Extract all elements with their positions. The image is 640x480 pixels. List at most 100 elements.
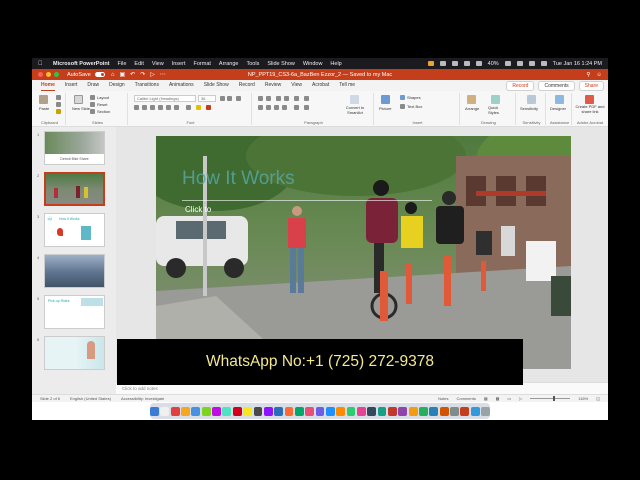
slide-thumbnail-1[interactable]: Detroit Bike Share bbox=[44, 131, 105, 165]
dock-app-icon[interactable] bbox=[356, 406, 366, 416]
subtitle-placeholder[interactable]: Click to bbox=[185, 205, 211, 214]
notes-toggle[interactable]: Notes bbox=[438, 396, 448, 401]
zoom-window-button[interactable] bbox=[54, 72, 59, 77]
close-window-button[interactable] bbox=[38, 72, 43, 77]
clear-format-icon[interactable] bbox=[236, 96, 241, 101]
tab-review[interactable]: Review bbox=[265, 80, 281, 91]
smartart-icon[interactable] bbox=[350, 95, 359, 104]
share-button[interactable]: Share bbox=[578, 80, 604, 91]
record-button[interactable]: Record bbox=[506, 80, 535, 91]
font-color-icon[interactable] bbox=[206, 105, 211, 110]
share-icon[interactable]: ☺ bbox=[596, 72, 602, 78]
dock-app-icon[interactable] bbox=[181, 406, 190, 416]
text-box-icon[interactable] bbox=[400, 104, 405, 109]
menubar-clock[interactable]: Tue Jan 16 1:24 PM bbox=[553, 61, 602, 67]
accessibility-status[interactable]: Accessibility: Investigate bbox=[121, 396, 164, 401]
columns-icon[interactable] bbox=[304, 96, 309, 101]
shapes-icon[interactable] bbox=[400, 95, 405, 100]
align-text-icon[interactable] bbox=[304, 105, 309, 110]
line-spacing-icon[interactable] bbox=[294, 96, 299, 101]
dock-app-icon[interactable] bbox=[429, 406, 439, 416]
home-icon[interactable]: ⌂ bbox=[111, 72, 115, 78]
picture-icon[interactable] bbox=[381, 95, 390, 104]
menu-window[interactable]: Window bbox=[303, 61, 323, 67]
dock-app-icon[interactable] bbox=[150, 406, 159, 416]
paste-label[interactable]: Paste bbox=[39, 106, 49, 111]
slide-thumbnail-2[interactable] bbox=[44, 172, 105, 206]
slide-thumbnail-5[interactable]: Pick-up Rides bbox=[44, 295, 105, 329]
dock-app-icon[interactable] bbox=[253, 406, 263, 416]
normal-view-icon[interactable]: ▦ bbox=[484, 396, 488, 401]
dock-app-icon[interactable] bbox=[243, 406, 253, 416]
dock-app-icon[interactable] bbox=[460, 406, 470, 416]
text-direction-icon[interactable] bbox=[294, 105, 299, 110]
status-app-icon[interactable] bbox=[427, 61, 434, 66]
dock-app-icon[interactable] bbox=[294, 406, 304, 416]
more-icon[interactable]: ⋯ bbox=[160, 71, 166, 78]
decrease-indent-icon[interactable] bbox=[276, 96, 281, 101]
create-pdf-icon[interactable] bbox=[585, 95, 594, 104]
tab-record[interactable]: Record bbox=[239, 80, 255, 91]
status-bluetooth-icon[interactable] bbox=[463, 61, 470, 66]
zoom-slider[interactable] bbox=[530, 396, 571, 401]
autosave-toggle[interactable] bbox=[94, 72, 105, 77]
copy-icon[interactable] bbox=[56, 102, 61, 107]
tab-design[interactable]: Design bbox=[109, 80, 125, 91]
status-volume-icon[interactable] bbox=[475, 61, 482, 66]
tab-acrobat[interactable]: Acrobat bbox=[312, 80, 329, 91]
zoom-slider-knob[interactable] bbox=[553, 396, 556, 401]
picture-button[interactable]: Picture bbox=[379, 106, 391, 111]
bold-icon[interactable] bbox=[134, 105, 139, 110]
dock-app-icon[interactable] bbox=[481, 406, 490, 416]
paste-icon[interactable] bbox=[39, 95, 48, 104]
slide-title[interactable]: How It Works bbox=[182, 168, 295, 190]
format-painter-icon[interactable] bbox=[56, 109, 61, 114]
dock-app-icon[interactable] bbox=[191, 406, 201, 416]
convert-smartart-button[interactable]: Convert to SmartArt bbox=[338, 105, 372, 115]
dock-app-icon[interactable] bbox=[325, 406, 335, 416]
dock-app-icon[interactable] bbox=[387, 406, 397, 416]
menu-app-name[interactable]: Microsoft PowerPoint bbox=[53, 61, 110, 67]
quick-styles-icon[interactable] bbox=[491, 95, 500, 104]
dock-app-icon[interactable] bbox=[222, 406, 232, 416]
status-cloud-icon[interactable] bbox=[451, 61, 458, 66]
numbering-icon[interactable] bbox=[266, 96, 271, 101]
designer-button[interactable]: Designer bbox=[550, 106, 566, 111]
align-left-icon[interactable] bbox=[258, 105, 263, 110]
strikethrough-icon[interactable] bbox=[158, 105, 163, 110]
wifi-icon[interactable] bbox=[516, 61, 523, 66]
slide-sorter-icon[interactable]: ▩ bbox=[496, 396, 500, 401]
superscript-icon[interactable] bbox=[166, 105, 171, 110]
tab-slide-show[interactable]: Slide Show bbox=[204, 80, 229, 91]
section-button[interactable]: Section bbox=[97, 109, 110, 114]
dock-app-icon[interactable] bbox=[336, 406, 346, 416]
tab-view[interactable]: View bbox=[291, 80, 302, 91]
dock-app-icon[interactable] bbox=[201, 406, 211, 416]
menu-arrange[interactable]: Arrange bbox=[219, 61, 239, 67]
slide-thumbnail-3[interactable]: ♾ How it Works bbox=[44, 213, 105, 247]
current-slide[interactable]: How It Works Click to bbox=[156, 136, 571, 369]
reset-icon[interactable] bbox=[90, 102, 95, 107]
notes-placeholder[interactable]: Click to add notes bbox=[122, 386, 158, 391]
dock-app-icon[interactable] bbox=[346, 406, 356, 416]
tab-transitions[interactable]: Transitions bbox=[135, 80, 159, 91]
justify-icon[interactable] bbox=[282, 105, 287, 110]
dock-app-icon[interactable] bbox=[439, 406, 449, 416]
quick-styles-button[interactable]: Quick Styles bbox=[488, 105, 506, 115]
tab-insert[interactable]: Insert bbox=[65, 80, 78, 91]
bullets-icon[interactable] bbox=[258, 96, 263, 101]
dock-app-icon[interactable] bbox=[284, 406, 294, 416]
tab-draw[interactable]: Draw bbox=[87, 80, 99, 91]
dock-app-icon[interactable] bbox=[212, 406, 221, 416]
reset-button[interactable]: Reset bbox=[97, 102, 107, 107]
shrink-font-icon[interactable] bbox=[227, 96, 232, 101]
arrange-button[interactable]: Arrange bbox=[465, 106, 479, 111]
increase-indent-icon[interactable] bbox=[284, 96, 289, 101]
dock-app-icon[interactable] bbox=[315, 406, 325, 416]
italic-icon[interactable] bbox=[142, 105, 147, 110]
slideshow-view-icon[interactable]: ▷ bbox=[519, 396, 522, 401]
sensitivity-icon[interactable] bbox=[527, 95, 536, 104]
subscript-icon[interactable] bbox=[174, 105, 179, 110]
control-center-icon[interactable] bbox=[540, 61, 547, 66]
zoom-level[interactable]: 116% bbox=[578, 396, 588, 401]
